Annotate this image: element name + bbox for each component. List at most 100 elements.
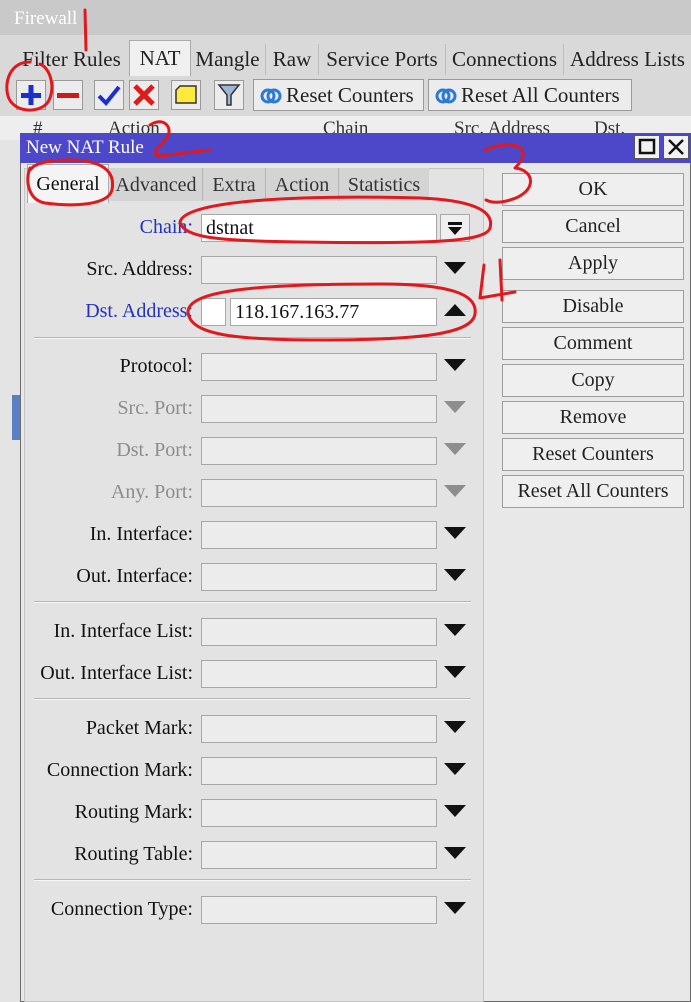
- note-icon: [175, 85, 197, 104]
- close-icon: [668, 139, 684, 155]
- comment-button[interactable]: [171, 80, 201, 110]
- remove-button[interactable]: [53, 80, 83, 110]
- in-interface-list-label: In. Interface List:: [53, 620, 193, 642]
- expand-down-icon[interactable]: [444, 902, 466, 918]
- routing-mark-label: Routing Mark:: [74, 801, 193, 823]
- chain-field[interactable]: dstnat: [201, 214, 437, 242]
- disable-button[interactable]: [129, 80, 159, 110]
- separator: [34, 337, 471, 339]
- tab-action[interactable]: Action: [266, 168, 339, 201]
- expand-down-icon[interactable]: [444, 763, 466, 779]
- tab-address-lists[interactable]: Address Lists: [564, 44, 691, 75]
- tab-mangle[interactable]: Mangle: [190, 44, 266, 75]
- routing-mark-field[interactable]: [201, 799, 437, 827]
- in-interface-label: In. Interface:: [89, 523, 193, 545]
- expand-down-icon[interactable]: [444, 805, 466, 821]
- ok-button[interactable]: OK: [502, 173, 684, 206]
- close-button[interactable]: [663, 135, 689, 159]
- minus-icon: [57, 93, 79, 98]
- remove-rule-button[interactable]: Remove: [502, 401, 684, 434]
- protocol-field[interactable]: [201, 353, 437, 381]
- any-port-field[interactable]: [201, 479, 437, 507]
- expand-down-icon[interactable]: [444, 624, 466, 640]
- dst-port-field[interactable]: [201, 437, 437, 465]
- comment-rule-button[interactable]: Comment: [502, 327, 684, 360]
- out-interface-list-field[interactable]: [201, 660, 437, 688]
- expand-down-icon[interactable]: [444, 359, 466, 375]
- cross-icon: [133, 84, 155, 106]
- dialog-title-bar[interactable]: New NAT Rule: [20, 133, 691, 163]
- collapse-up-icon[interactable]: [444, 304, 466, 320]
- any-port-label: Any. Port:: [110, 481, 193, 503]
- expand-down-icon[interactable]: [444, 485, 466, 501]
- check-icon: [97, 85, 121, 106]
- src-port-label: Src. Port:: [117, 397, 193, 419]
- dst-address-negate-checkbox[interactable]: [201, 298, 226, 326]
- add-button[interactable]: [16, 80, 46, 110]
- in-interface-list-field[interactable]: [201, 618, 437, 646]
- out-interface-field[interactable]: [201, 563, 437, 591]
- tab-nat[interactable]: NAT: [129, 40, 191, 77]
- separator: [34, 601, 471, 603]
- connection-mark-label: Connection Mark:: [46, 759, 193, 781]
- firewall-title: Firewall: [14, 8, 78, 29]
- disable-rule-button[interactable]: Disable: [502, 290, 684, 323]
- expand-down-icon[interactable]: [444, 527, 466, 543]
- expand-down-icon[interactable]: [444, 401, 466, 417]
- rules-table-body: [0, 140, 21, 1002]
- dst-port-label: Dst. Port:: [116, 439, 193, 461]
- expand-down-icon[interactable]: [444, 721, 466, 737]
- expand-down-icon[interactable]: [444, 666, 466, 682]
- expand-down-icon[interactable]: [444, 569, 466, 585]
- reset-icon: [435, 88, 457, 104]
- reset-all-counters-label: Reset All Counters: [461, 83, 620, 107]
- tab-connections[interactable]: Connections: [446, 44, 564, 75]
- dropdown-icon: [448, 222, 462, 235]
- routing-table-field[interactable]: [201, 841, 437, 869]
- out-interface-label: Out. Interface:: [76, 565, 193, 587]
- enable-button[interactable]: [94, 80, 124, 110]
- packet-mark-label: Packet Mark:: [85, 717, 193, 739]
- in-interface-field[interactable]: [201, 521, 437, 549]
- connection-mark-field[interactable]: [201, 757, 437, 785]
- packet-mark-field[interactable]: [201, 715, 437, 743]
- expand-down-icon[interactable]: [444, 262, 466, 278]
- tab-statistics[interactable]: Statistics: [339, 168, 429, 201]
- src-port-field[interactable]: [201, 395, 437, 423]
- reset-all-counters-button[interactable]: Reset All Counters: [428, 79, 632, 111]
- chain-label: Chain:: [139, 216, 193, 238]
- separator: [34, 698, 471, 700]
- tab-raw[interactable]: Raw: [266, 44, 319, 75]
- dst-address-field[interactable]: 118.167.163.77: [230, 298, 437, 326]
- selected-row-marker: [12, 395, 20, 440]
- tab-general[interactable]: General: [27, 164, 109, 203]
- apply-button[interactable]: Apply: [502, 247, 684, 280]
- maximize-icon: [638, 138, 656, 155]
- dialog-title: New NAT Rule: [26, 137, 144, 158]
- connection-type-label: Connection Type:: [50, 898, 193, 920]
- routing-table-label: Routing Table:: [74, 843, 193, 865]
- cancel-button[interactable]: Cancel: [502, 210, 684, 243]
- out-interface-list-label: Out. Interface List:: [40, 662, 193, 684]
- reset-counters-dialog-button[interactable]: Reset Counters: [502, 438, 684, 471]
- reset-icon: [260, 88, 282, 104]
- src-address-field[interactable]: [201, 256, 437, 284]
- maximize-button[interactable]: [634, 135, 660, 159]
- dst-address-label: Dst. Address:: [85, 300, 193, 322]
- firewall-title-bar: Firewall: [0, 0, 691, 35]
- plus-icon: [21, 85, 41, 105]
- reset-all-counters-dialog-button[interactable]: Reset All Counters: [502, 475, 684, 508]
- chain-dropdown-button[interactable]: [440, 214, 470, 242]
- tab-advanced[interactable]: Advanced: [110, 168, 203, 201]
- tab-service-ports[interactable]: Service Ports: [319, 44, 446, 75]
- expand-down-icon[interactable]: [444, 443, 466, 459]
- reset-counters-button[interactable]: Reset Counters: [253, 79, 424, 111]
- protocol-label: Protocol:: [119, 355, 193, 377]
- filter-button[interactable]: [214, 80, 244, 110]
- expand-down-icon[interactable]: [444, 847, 466, 863]
- tab-extra[interactable]: Extra: [203, 168, 266, 201]
- tab-filter-rules[interactable]: Filter Rules: [14, 44, 130, 75]
- copy-button[interactable]: Copy: [502, 364, 684, 397]
- reset-counters-label: Reset Counters: [286, 83, 414, 107]
- connection-type-field[interactable]: [201, 896, 437, 924]
